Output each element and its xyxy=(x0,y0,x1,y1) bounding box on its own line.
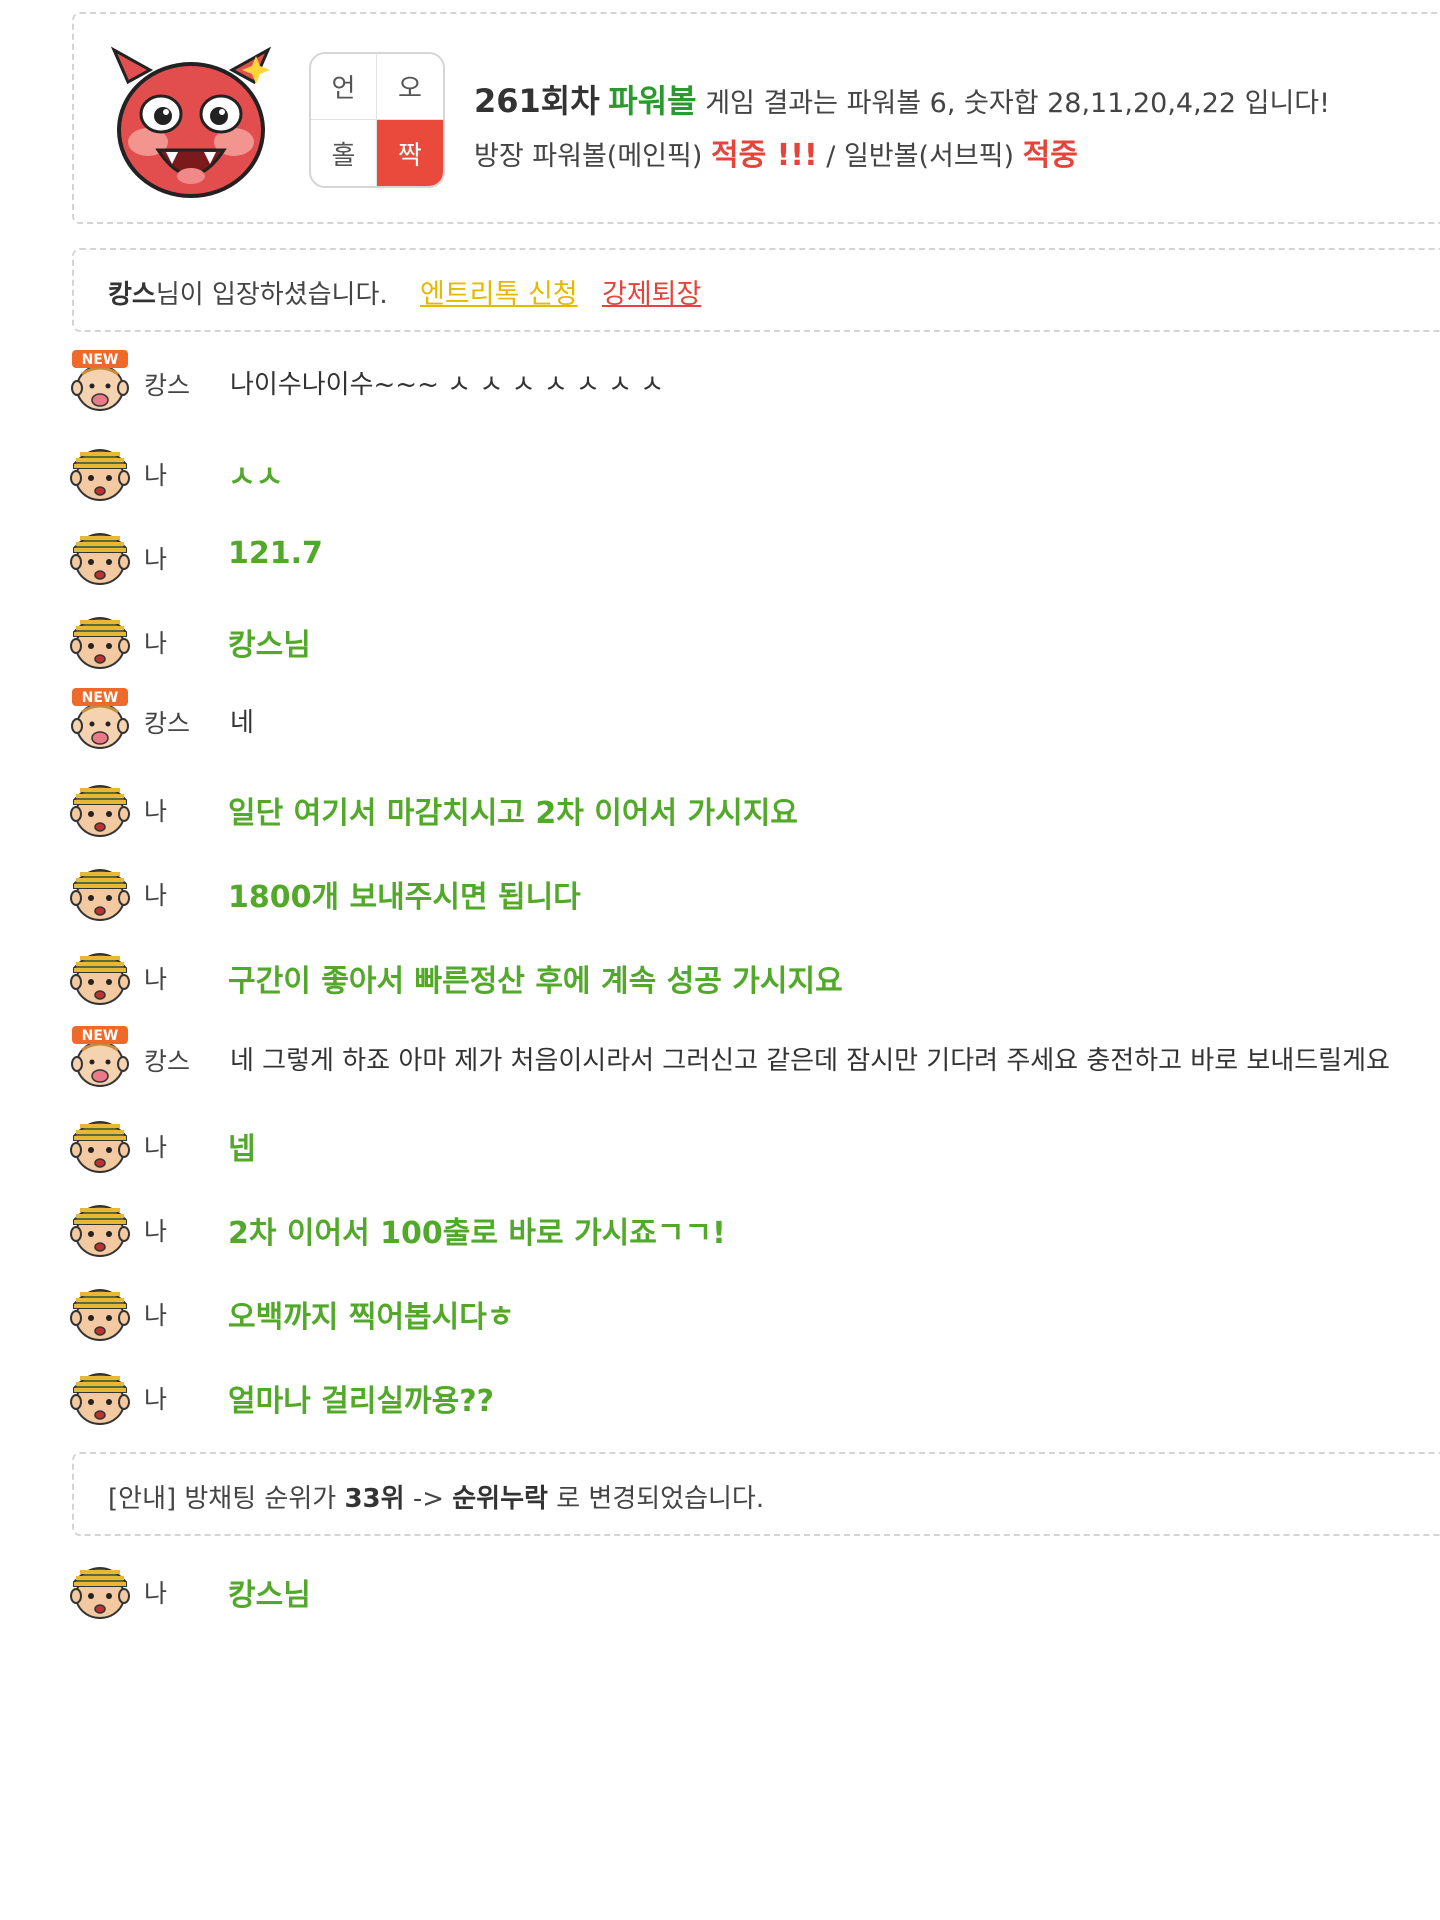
join-username: 캉스 xyxy=(108,280,156,310)
new-user-avatar-icon[interactable] xyxy=(68,348,132,412)
rank-notice-box: [안내] 방채팅 순위가 33위 -> 순위누락 로 변경되었습니다. xyxy=(72,1452,1440,1536)
sender-nickname[interactable]: 나 xyxy=(144,1574,167,1610)
message-text: 얼마나 걸리실까용?? xyxy=(228,1384,495,1419)
host-pick-result: 적중 !!! xyxy=(710,138,818,173)
chat-message: 나 캉스님 xyxy=(68,1556,1440,1628)
message-text: 네 그렇게 하죠 아마 제가 처음이시라서 그러신고 같은데 잠시만 기다려 주… xyxy=(230,1046,1390,1076)
sender-nickname[interactable]: 나 xyxy=(144,1212,167,1248)
sender-nickname[interactable]: 나 xyxy=(144,1380,167,1416)
rank-notice-text: [안내] 방채팅 순위가 33위 -> 순위누락 로 변경되었습니다. xyxy=(108,1478,764,1515)
chat-message: 나 구간이 좋아서 빠른정산 후에 계속 성공 가시지요 xyxy=(68,942,1440,1014)
sender-nickname[interactable]: 나 xyxy=(144,1296,167,1332)
soldier-avatar-icon[interactable] xyxy=(68,438,132,502)
pick-separator: / xyxy=(817,141,844,172)
new-user-avatar-icon[interactable] xyxy=(68,686,132,750)
sender-nickname[interactable]: 나 xyxy=(144,876,167,912)
join-message: 캉스님이 입장하셨습니다. xyxy=(108,274,388,311)
sub-pick-label: 일반볼(서브픽) xyxy=(843,141,1015,172)
result-summary: 261회차 파워볼 게임 결과는 파워볼 6, 숫자합 28,11,20,4,2… xyxy=(474,76,1330,122)
grid-cell-unover: 언 xyxy=(311,54,377,120)
soldier-avatar-icon[interactable] xyxy=(68,606,132,670)
message-text: 일단 여기서 마감치시고 2차 이어서 가시지요 xyxy=(228,796,798,831)
soldier-avatar-icon[interactable] xyxy=(68,1556,132,1620)
chat-message: 캉스 나이수나이수~~~ ㅅ ㅅ ㅅ ㅅ ㅅ ㅅ ㅅ xyxy=(68,348,1440,420)
message-text: 네 xyxy=(230,708,254,738)
chat-message: 캉스 네 xyxy=(68,686,1440,758)
message-text: 구간이 좋아서 빠른정산 후에 계속 성공 가시지요 xyxy=(228,964,843,999)
notice-prefix: [안내] 방채팅 순위가 xyxy=(108,1484,345,1514)
sender-nickname[interactable]: 나 xyxy=(144,456,167,492)
result-text: 게임 결과는 파워볼 6, 숫자합 28,11,20,4,22 입니다! xyxy=(705,88,1330,119)
soldier-avatar-icon[interactable] xyxy=(68,1110,132,1174)
chat-message: 나 오백까지 찍어봅시다ㅎ xyxy=(68,1278,1440,1350)
host-pick-label: 방장 파워볼(메인픽) xyxy=(474,141,703,172)
notice-suffix: 로 변경되었습니다. xyxy=(547,1484,765,1514)
join-notice-box: 캉스님이 입장하셨습니다. 엔트리톡 신청 강제퇴장 xyxy=(72,248,1440,332)
message-text: 나이수나이수~~~ ㅅ ㅅ ㅅ ㅅ ㅅ ㅅ ㅅ xyxy=(230,370,665,400)
chat-page: 언 오 홀 짝 261회차 파워볼 게임 결과는 파워볼 6, 숫자합 28,1… xyxy=(0,0,1440,1920)
sender-nickname[interactable]: 나 xyxy=(144,540,167,576)
soldier-avatar-icon[interactable] xyxy=(68,522,132,586)
chat-message: 나 캉스님 xyxy=(68,606,1440,678)
soldier-avatar-icon[interactable] xyxy=(68,858,132,922)
grid-cell-even: 짝 xyxy=(377,120,443,186)
chat-message: 캉스 네 그렇게 하죠 아마 제가 처음이시라서 그러신고 같은데 잠시만 기다… xyxy=(68,1024,1440,1096)
soldier-avatar-icon[interactable] xyxy=(68,774,132,838)
sender-nickname[interactable]: 나 xyxy=(144,1128,167,1164)
grid-cell-over: 오 xyxy=(377,54,443,120)
message-text: 1800개 보내주시면 됩니다 xyxy=(228,880,581,915)
message-text: 넵 xyxy=(228,1132,256,1167)
message-text: 121.7 xyxy=(228,536,323,571)
entry-talk-request-link[interactable]: 엔트리톡 신청 xyxy=(420,272,578,311)
soldier-avatar-icon[interactable] xyxy=(68,1194,132,1258)
message-text: 오백까지 찍어봅시다ㅎ xyxy=(228,1300,515,1335)
sender-nickname[interactable]: 캉스 xyxy=(144,704,190,740)
join-text: 님이 입장하셨습니다. xyxy=(155,280,388,310)
force-kick-link[interactable]: 강제퇴장 xyxy=(602,272,701,311)
sender-nickname[interactable]: 나 xyxy=(144,624,167,660)
notice-arrow: -> xyxy=(404,1484,453,1514)
chat-message: 나 ㅅㅅ xyxy=(68,438,1440,510)
chat-message: 나 121.7 xyxy=(68,522,1440,594)
game-name: 파워볼 xyxy=(608,82,697,120)
game-result-box: 언 오 홀 짝 261회차 파워볼 게임 결과는 파워볼 6, 숫자합 28,1… xyxy=(72,12,1440,224)
chat-message: 나 얼마나 걸리실까용?? xyxy=(68,1362,1440,1434)
notice-new-rank: 순위누락 xyxy=(452,1484,548,1514)
soldier-avatar-icon[interactable] xyxy=(68,1278,132,1342)
chat-message: 나 1800개 보내주시면 됩니다 xyxy=(68,858,1440,930)
sender-nickname[interactable]: 캉스 xyxy=(144,366,190,402)
sub-pick-result: 적중 xyxy=(1022,138,1078,173)
devil-mascot-icon xyxy=(110,46,272,198)
round-number: 261회차 xyxy=(474,82,600,120)
chat-message: 나 넵 xyxy=(68,1110,1440,1182)
result-grid: 언 오 홀 짝 xyxy=(309,52,445,188)
message-text: ㅅㅅ xyxy=(228,460,284,495)
chat-message: 나 2차 이어서 100출로 바로 가시죠ㄱㄱ! xyxy=(68,1194,1440,1266)
soldier-avatar-icon[interactable] xyxy=(68,1362,132,1426)
message-text: 캉스님 xyxy=(228,628,311,663)
sender-nickname[interactable]: 나 xyxy=(144,792,167,828)
soldier-avatar-icon[interactable] xyxy=(68,942,132,1006)
chat-message: 나 일단 여기서 마감치시고 2차 이어서 가시지요 xyxy=(68,774,1440,846)
sender-nickname[interactable]: 캉스 xyxy=(144,1042,190,1078)
message-text: 2차 이어서 100출로 바로 가시죠ㄱㄱ! xyxy=(228,1216,726,1251)
new-user-avatar-icon[interactable] xyxy=(68,1024,132,1088)
message-text: 캉스님 xyxy=(228,1578,311,1613)
pick-result: 방장 파워볼(메인픽) 적중 !!! / 일반볼(서브픽) 적중 xyxy=(474,130,1078,174)
grid-cell-odd: 홀 xyxy=(311,120,377,186)
notice-old-rank: 33위 xyxy=(344,1484,405,1514)
sender-nickname[interactable]: 나 xyxy=(144,960,167,996)
